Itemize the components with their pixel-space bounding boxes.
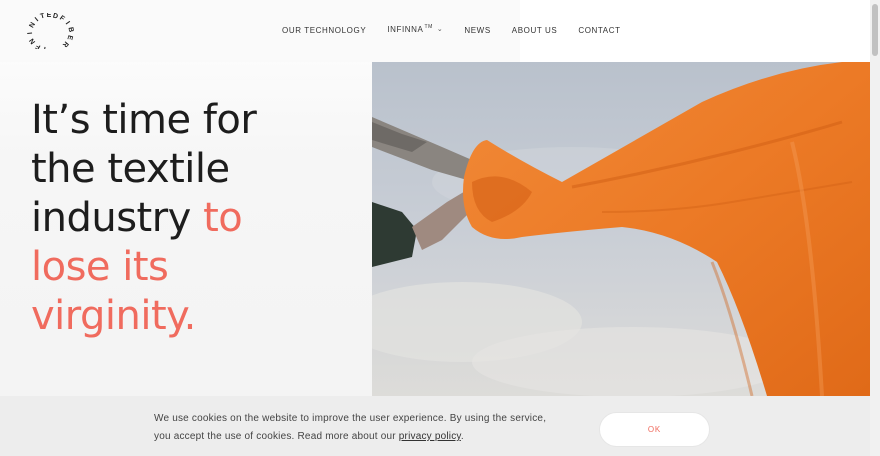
chevron-down-icon: ⌄ — [436, 26, 444, 33]
svg-text:R: R — [61, 40, 70, 48]
hero-line-accent: to — [203, 195, 243, 241]
infinited-fiber-logo[interactable]: N I T E D F I B E R I N F I — [26, 12, 76, 52]
nav-item-label: NEWS — [464, 25, 491, 35]
logo-circle-text: N I T E D F I B E R I N F I — [27, 12, 75, 52]
nav-item-infinna[interactable]: INFINNA TM ⌄ — [387, 25, 443, 35]
scrollbar[interactable] — [870, 0, 880, 456]
svg-text:N: N — [28, 37, 37, 45]
svg-text:B: B — [67, 27, 75, 33]
nav-item-label: CONTACT — [578, 25, 621, 35]
svg-text:I: I — [43, 45, 46, 49]
svg-text:T: T — [40, 13, 47, 20]
main-nav: OUR TECHNOLOGY INFINNA TM ⌄ NEWS ABOUT US… — [282, 25, 642, 35]
cookie-text-part: We use cookies on the website to improve… — [154, 413, 547, 442]
hero-line: industry to — [31, 194, 361, 243]
cookie-banner: We use cookies on the website to improve… — [0, 396, 870, 456]
svg-text:E: E — [65, 34, 73, 41]
svg-text:I: I — [27, 32, 34, 35]
nav-item-about-us[interactable]: ABOUT US — [512, 26, 558, 35]
svg-text:I: I — [64, 20, 71, 26]
nav-item-label: ABOUT US — [511, 25, 558, 35]
site-header: N I T E D F I B E R I N F I OUR TECHNOLO… — [0, 0, 870, 62]
svg-text:E: E — [47, 13, 52, 19]
hero-headline: It’s time for the textile industry to lo… — [31, 96, 361, 341]
nav-item-our-technology[interactable]: OUR TECHNOLOGY — [282, 26, 366, 35]
svg-text:I: I — [34, 17, 40, 24]
nav-item-label: OUR TECHNOLOGY — [282, 25, 367, 35]
nav-item-contact[interactable]: CONTACT — [578, 26, 620, 35]
cookie-message: We use cookies on the website to improve… — [154, 410, 554, 446]
trademark-sup: TM — [424, 24, 433, 30]
nav-item-label: INFINNA — [387, 25, 424, 34]
privacy-policy-link[interactable]: privacy policy — [399, 431, 461, 442]
orange-fabric-image — [372, 62, 870, 396]
nav-item-news[interactable]: NEWS — [464, 26, 490, 35]
svg-text:F: F — [58, 15, 66, 24]
svg-text:N: N — [28, 21, 37, 29]
hero-line: the textile — [31, 146, 230, 192]
hero-line-accent: lose its — [31, 244, 169, 290]
scrollbar-thumb[interactable] — [872, 4, 878, 56]
hero-line: It’s time for — [31, 97, 257, 143]
hero-line-accent: virginity. — [31, 293, 196, 339]
cookie-ok-button[interactable]: OK — [599, 412, 710, 447]
cookie-text-part: . — [460, 431, 464, 442]
hero-line-dark: industry — [31, 195, 204, 241]
